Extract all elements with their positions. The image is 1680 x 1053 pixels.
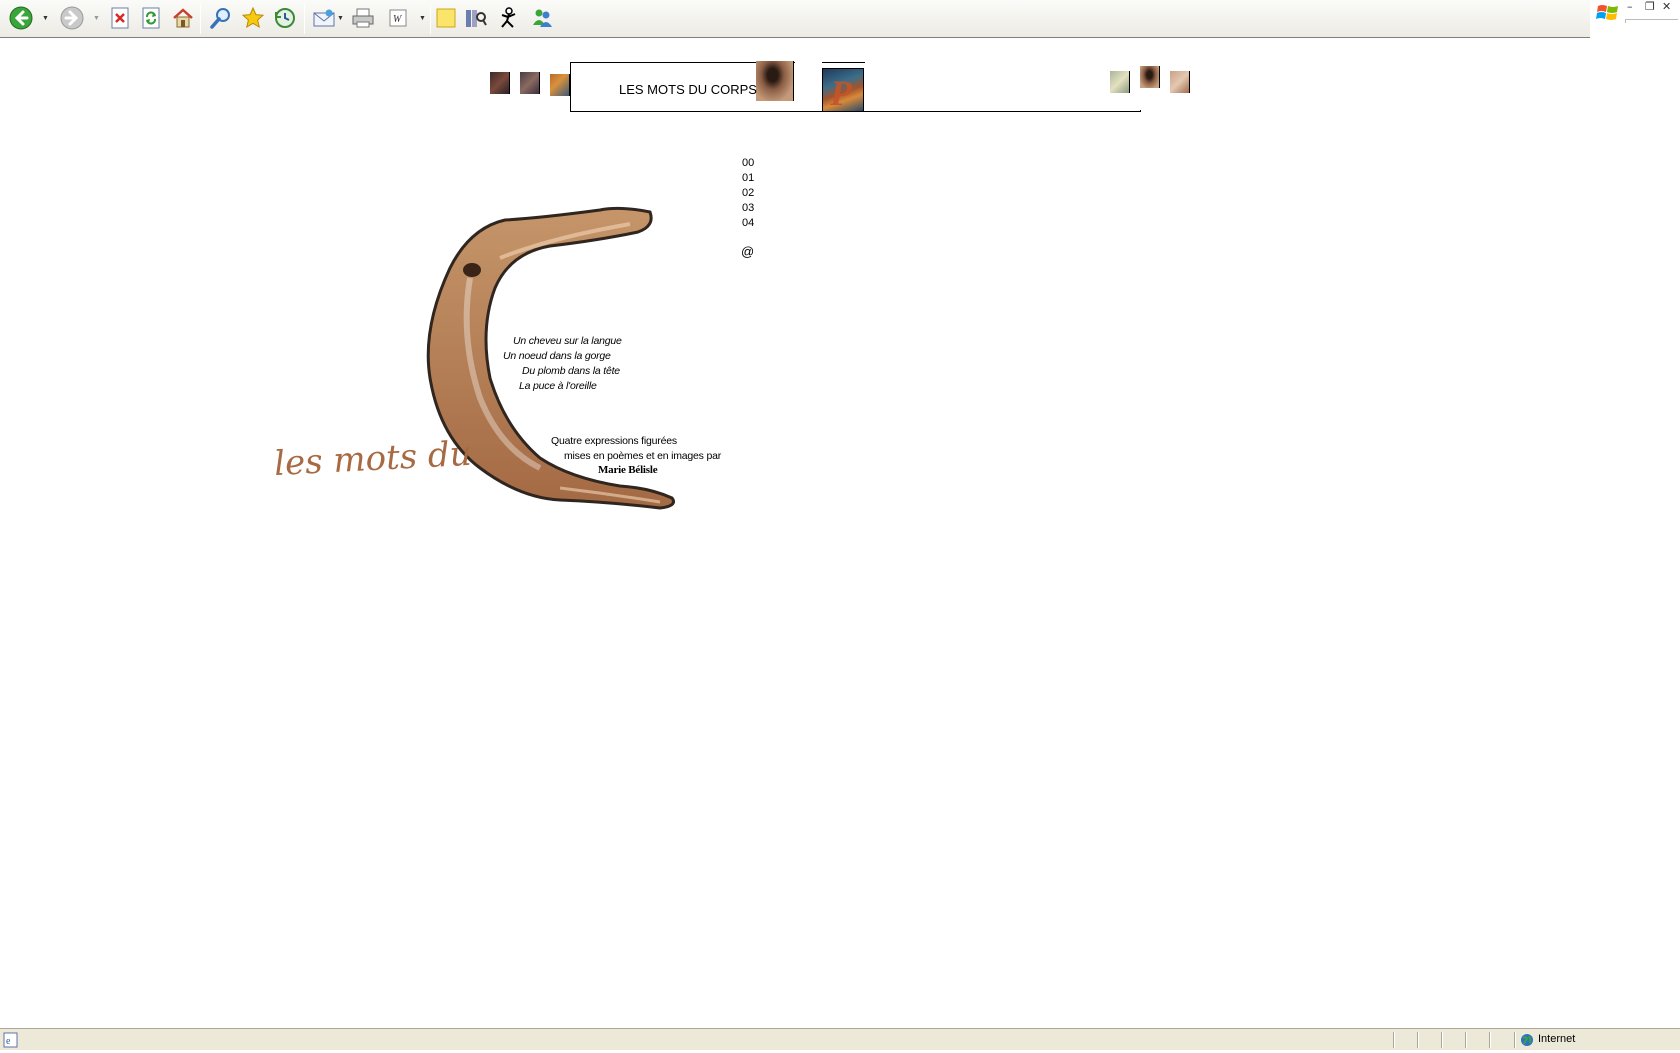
aim-icon[interactable] xyxy=(496,5,522,31)
menu-item-03[interactable]: 03 xyxy=(742,202,754,214)
browser-toolbar: ▼ ▼ ▼ W ▼ xyxy=(0,0,1590,38)
print-icon[interactable] xyxy=(350,5,376,31)
nav-thumb-c[interactable] xyxy=(490,72,510,94)
mail-dropdown-icon[interactable]: ▼ xyxy=(337,15,344,22)
credit-line-2: mises en poèmes et en images par xyxy=(564,450,722,462)
nav-title: LES MOTS DU CORPS xyxy=(619,82,757,97)
menu-item-04[interactable]: 04 xyxy=(742,217,754,229)
web-page: LES MOTS DU CORPS P les mots du Un cheve… xyxy=(0,38,1680,1028)
lips-image xyxy=(756,61,794,101)
menu-item-02[interactable]: 02 xyxy=(742,187,754,199)
nav-thumb-6[interactable] xyxy=(1140,66,1160,88)
back-icon[interactable] xyxy=(8,5,34,31)
minimize-button[interactable]: – xyxy=(1627,0,1633,13)
research-icon[interactable] xyxy=(463,5,489,31)
nav-thumb-p[interactable] xyxy=(550,74,570,96)
author-name: Marie Bélisle xyxy=(598,464,658,476)
svg-text:e: e xyxy=(6,1036,11,1047)
messenger-icon[interactable] xyxy=(529,5,555,31)
notes-icon[interactable] xyxy=(433,5,459,31)
close-button[interactable]: ✕ xyxy=(1662,0,1671,13)
globe-icon xyxy=(1520,1033,1534,1052)
menu-item-00[interactable]: 00 xyxy=(742,157,754,169)
security-zone-label: Internet xyxy=(1538,1033,1576,1045)
poem-line-4: La puce à l'oreille xyxy=(519,380,597,392)
forward-dropdown-icon[interactable]: ▼ xyxy=(93,15,100,22)
history-icon[interactable] xyxy=(272,5,298,31)
restore-button[interactable]: ❐ xyxy=(1645,0,1655,13)
home-icon[interactable] xyxy=(170,5,196,31)
mail-icon[interactable] xyxy=(311,5,337,31)
refresh-icon[interactable] xyxy=(138,5,164,31)
svg-text:les mots du corps: les mots du corps xyxy=(273,428,482,484)
back-dropdown-icon[interactable]: ▼ xyxy=(42,15,49,22)
contact-link[interactable]: @ xyxy=(741,244,754,259)
nav-thumb-5[interactable] xyxy=(1110,71,1130,93)
status-bar: e Internet xyxy=(0,1028,1680,1050)
credit-line-1: Quatre expressions figurées xyxy=(551,435,677,447)
menu-item-01[interactable]: 01 xyxy=(742,172,754,184)
nav-thumb-7[interactable] xyxy=(1170,71,1190,93)
nav-thumb-n[interactable] xyxy=(520,72,540,94)
poem-line-2: Un noeud dans la gorge xyxy=(503,350,611,362)
p-letter-image[interactable]: P xyxy=(822,68,864,113)
site-logo: les mots du corps xyxy=(273,428,482,484)
search-icon[interactable] xyxy=(208,5,234,31)
forward-icon[interactable] xyxy=(59,5,85,31)
poem-line-3: Du plomb dans la tête xyxy=(522,365,620,377)
throbber-area xyxy=(1625,19,1678,23)
edit-word-icon[interactable]: W xyxy=(385,5,411,31)
svg-text:P: P xyxy=(829,73,853,113)
poem-line-1: Un cheveu sur la langue xyxy=(513,335,622,347)
stop-icon[interactable] xyxy=(107,5,133,31)
favorites-icon[interactable] xyxy=(240,5,266,31)
edit-dropdown-icon[interactable]: ▼ xyxy=(419,15,426,22)
windows-logo-icon xyxy=(1596,2,1620,29)
